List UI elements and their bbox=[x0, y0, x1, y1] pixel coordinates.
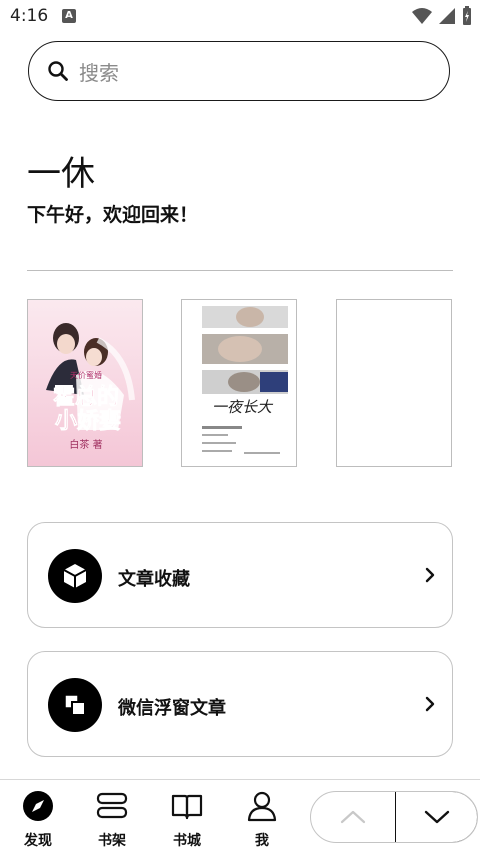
bookshelf-icon bbox=[96, 792, 128, 819]
nav-bookshelf[interactable]: 书架 bbox=[82, 780, 142, 856]
open-book-icon bbox=[171, 794, 203, 820]
nav-bookstore-label: 书城 bbox=[173, 833, 201, 849]
nav-bookstore[interactable]: 书城 bbox=[157, 780, 217, 856]
svg-text:小娇妻: 小娇妻 bbox=[55, 408, 121, 434]
status-time: 4:16 bbox=[10, 6, 49, 26]
greeting-text: 下午好，欢迎回来！ bbox=[27, 204, 199, 226]
user-icon bbox=[247, 791, 277, 822]
status-bar: 4:16 A bbox=[0, 0, 480, 34]
chevron-up-icon bbox=[340, 810, 366, 824]
chevron-right-icon bbox=[425, 567, 435, 583]
book-series: 天价蜜婚 bbox=[70, 370, 102, 380]
nav-me[interactable]: 我 bbox=[232, 780, 292, 856]
divider bbox=[27, 270, 453, 271]
nav-discover[interactable]: 发现 bbox=[8, 780, 68, 856]
page-scroll-control bbox=[310, 791, 478, 843]
svg-text:一夜长大: 一夜长大 bbox=[212, 398, 274, 416]
cube-icon bbox=[48, 549, 102, 603]
battery-icon bbox=[463, 6, 471, 25]
favorites-label: 文章收藏 bbox=[118, 569, 190, 590]
floating-window-icon bbox=[48, 678, 102, 732]
book-cover-3[interactable] bbox=[336, 299, 452, 467]
wifi-icon bbox=[412, 8, 432, 24]
nav-discover-label: 发现 bbox=[24, 833, 52, 849]
nav-bookshelf-label: 书架 bbox=[98, 833, 126, 849]
notification-icon: A bbox=[62, 9, 76, 23]
book-cover-2[interactable]: 一夜长大 bbox=[181, 299, 297, 467]
book-cover-art: 一夜长大 bbox=[182, 300, 296, 466]
svg-text:霍总的: 霍总的 bbox=[53, 384, 119, 410]
signal-icon bbox=[439, 8, 455, 24]
nav-me-label: 我 bbox=[255, 833, 269, 849]
wechat-float-label: 微信浮窗文章 bbox=[118, 698, 226, 719]
search-input[interactable]: 搜索 bbox=[28, 41, 450, 101]
status-icons bbox=[412, 6, 472, 26]
search-icon bbox=[48, 61, 68, 81]
wechat-float-card[interactable]: 微信浮窗文章 bbox=[27, 651, 453, 757]
search-placeholder: 搜索 bbox=[79, 60, 119, 85]
user-name: 一休 bbox=[27, 154, 95, 194]
svg-text:白茶 著: 白茶 著 bbox=[69, 438, 102, 451]
compass-icon bbox=[23, 791, 53, 821]
chevron-right-icon bbox=[425, 696, 435, 712]
page-up-button[interactable] bbox=[311, 792, 395, 842]
page-down-button[interactable] bbox=[395, 792, 477, 842]
favorites-card[interactable]: 文章收藏 bbox=[27, 522, 453, 628]
chevron-down-icon bbox=[424, 810, 449, 824]
book-cover-art: 天价蜜婚 霍总的 小娇妻 白茶 著 bbox=[28, 300, 142, 466]
book-cover-1[interactable]: 天价蜜婚 霍总的 小娇妻 白茶 著 bbox=[27, 299, 143, 467]
